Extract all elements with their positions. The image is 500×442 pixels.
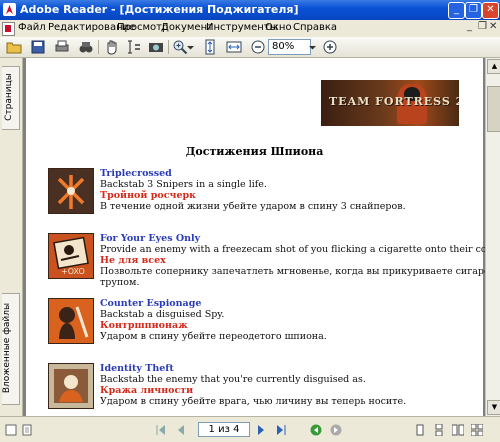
vertical-scrollbar[interactable]: ▲ ▼ — [485, 58, 500, 416]
tab-attachments-label: Вложенные файлы — [2, 302, 13, 394]
save-icon[interactable] — [30, 39, 46, 55]
zoom-out-icon[interactable] — [250, 39, 266, 55]
close-button[interactable]: ✕ — [482, 2, 499, 19]
continuous-facing-view-icon[interactable] — [471, 424, 483, 436]
title-bar: Adobe Reader - [Достижения Поджигателя] … — [0, 0, 500, 20]
identity-theft-achievement-icon — [48, 363, 94, 409]
achievement-title-ru: Контршпионаж — [100, 320, 188, 331]
next-page-button[interactable] — [255, 424, 267, 436]
doc-minimize-button[interactable]: _ — [467, 21, 472, 32]
achievement-description-en: Backstab the enemy that you're currently… — [100, 374, 366, 385]
facing-view-icon[interactable] — [452, 424, 464, 436]
banner-logo-text: TEAM FORTRESS 2 — [329, 95, 459, 108]
menu-bar: Файл Редактирование Просмотр Документ Ин… — [0, 20, 500, 37]
achievement-description-ru: В течение одной жизни убейте ударом в сп… — [100, 201, 406, 212]
zoom-in-plus-icon[interactable] — [322, 39, 338, 55]
menu-file[interactable]: Файл — [18, 22, 46, 33]
achievement-description-en: Provide an enemy with a freezecam shot o… — [100, 244, 485, 255]
page-heading: Достижения Шпиона — [185, 145, 324, 158]
continuous-view-icon[interactable] — [433, 424, 445, 436]
achievement-description-ru: Ударом в спину убейте врага, чью личину … — [100, 396, 407, 407]
scroll-up-arrow-icon[interactable]: ▲ — [487, 59, 500, 74]
last-page-button[interactable] — [275, 424, 287, 436]
tab-pages-label: Страницы — [3, 73, 14, 121]
triplecrossed-achievement-icon — [48, 168, 94, 214]
achievement-description-ru: Ударом в спину убейте переодетого шпиона… — [100, 331, 327, 342]
print-icon[interactable] — [54, 39, 70, 55]
status-bar: 1 из 4 — [0, 416, 500, 442]
achievement-title: For Your Eyes Only — [100, 233, 201, 244]
document-properties-icon[interactable] — [21, 424, 33, 436]
scroll-thumb[interactable] — [487, 86, 500, 132]
for-your-eyes-only-achievement-icon: +OXO — [48, 233, 94, 279]
achievement-title-ru: Тройной росчерк — [100, 190, 197, 201]
page-number-input[interactable]: 1 из 4 — [198, 422, 250, 437]
toolbar-separator — [98, 40, 99, 54]
snapshot-camera-icon[interactable] — [148, 39, 164, 55]
navigation-panel: Страницы Вложенные файлы — [0, 58, 23, 416]
svg-text:+OXO: +OXO — [61, 267, 85, 276]
document-view[interactable]: TEAM FORTRESS 2 Достижения Шпиона Triple… — [23, 58, 485, 416]
doc-restore-button[interactable]: ❐ — [478, 21, 487, 32]
achievement-description-en: Backstab a disguised Spy. — [100, 309, 225, 320]
achievement-description-ru: Позвольте сопернику запечатлеть мгновень… — [100, 266, 485, 277]
scroll-down-arrow-icon[interactable]: ▼ — [487, 400, 500, 415]
achievement-description-en: Backstab 3 Snipers in a single life. — [100, 179, 267, 190]
tab-attachments[interactable]: Вложенные файлы — [2, 293, 20, 405]
menu-help[interactable]: Справка — [293, 22, 337, 33]
zoom-level-dropdown-icon[interactable] — [308, 39, 317, 55]
doc-close-button[interactable]: ✕ — [489, 21, 497, 32]
achievement-title-ru: Кража личности — [100, 385, 194, 396]
fit-page-icon[interactable] — [202, 39, 218, 55]
achievement-title: Identity Theft — [100, 363, 174, 374]
go-back-button[interactable] — [310, 424, 322, 436]
go-forward-button[interactable] — [330, 424, 342, 436]
minimize-button[interactable]: _ — [448, 2, 465, 19]
page-size-icon — [5, 424, 17, 436]
toolbar: 80% — [0, 37, 500, 58]
pdf-page: TEAM FORTRESS 2 Достижения Шпиона Triple… — [26, 58, 485, 416]
counter-espionage-achievement-icon — [48, 298, 94, 344]
single-page-view-icon[interactable] — [414, 424, 426, 436]
achievement-description-ru-continued: трупом. — [100, 277, 140, 288]
select-text-icon[interactable] — [126, 39, 142, 55]
achievement-title: Counter Espionage — [100, 298, 202, 309]
search-binoculars-icon[interactable] — [78, 39, 94, 55]
zoom-dropdown-icon[interactable] — [186, 39, 195, 55]
previous-page-button[interactable] — [175, 424, 187, 436]
tab-pages[interactable]: Страницы — [2, 66, 20, 130]
achievement-title-ru: Не для всех — [100, 255, 166, 266]
open-folder-icon[interactable] — [6, 39, 22, 55]
adobe-reader-icon — [3, 3, 16, 16]
menu-window[interactable]: Окно — [265, 22, 292, 33]
team-fortress-2-logo-image: TEAM FORTRESS 2 — [321, 80, 459, 126]
first-page-button[interactable] — [155, 424, 167, 436]
window-title: Adobe Reader - [Достижения Поджигателя] — [20, 3, 299, 16]
fit-width-icon[interactable] — [226, 39, 242, 55]
zoom-level-input[interactable]: 80% — [268, 39, 311, 55]
toolbar-separator — [168, 40, 169, 54]
hand-tool-icon[interactable] — [104, 39, 120, 55]
maximize-button[interactable]: ❐ — [465, 2, 482, 19]
document-icon — [2, 22, 15, 36]
achievement-title: Triplecrossed — [100, 168, 172, 179]
